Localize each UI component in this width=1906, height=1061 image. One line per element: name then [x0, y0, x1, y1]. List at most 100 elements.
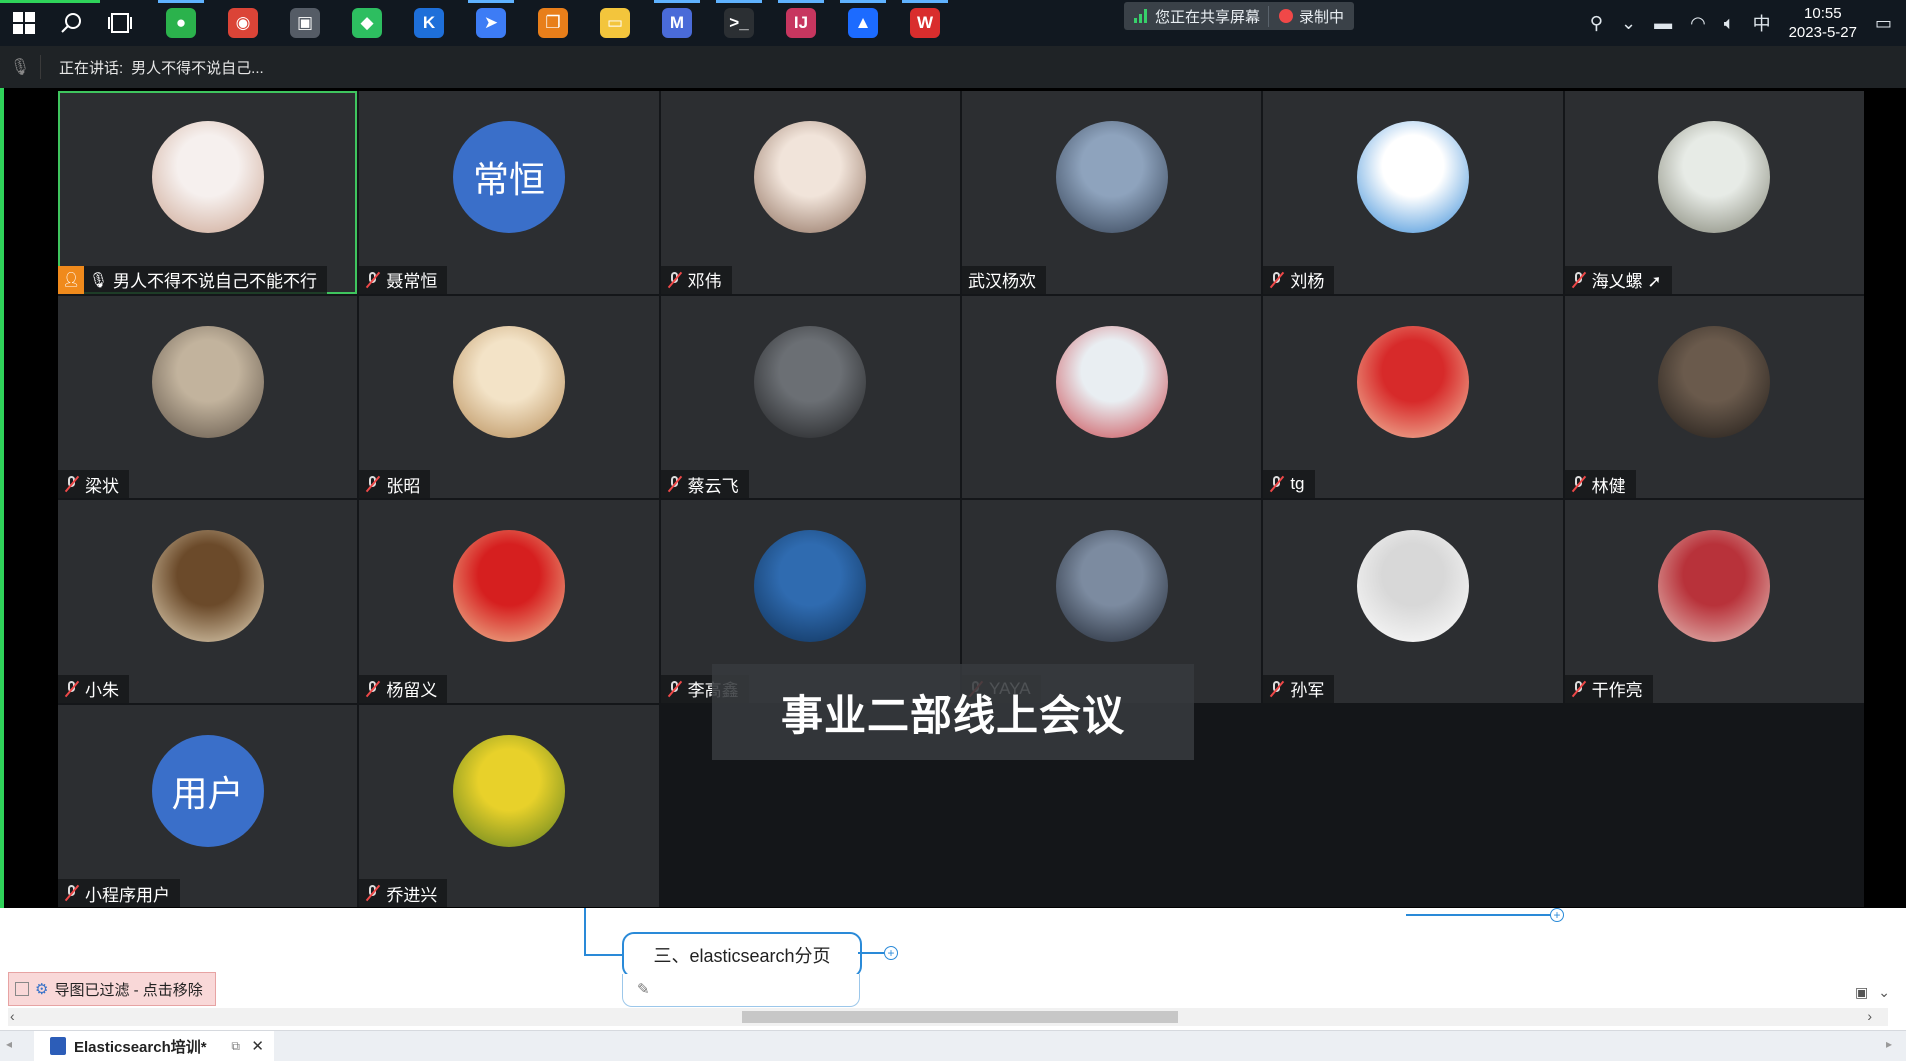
ime-indicator[interactable]: 中 — [1753, 10, 1771, 36]
mic-muted-icon — [64, 680, 80, 698]
participant-name: 孙军 — [1290, 681, 1325, 700]
mic-muted-icon — [365, 475, 381, 493]
battery-icon[interactable]: ▬ — [1654, 13, 1672, 34]
participant-tile[interactable]: 用户小程序用户 — [58, 704, 358, 907]
wps-icon[interactable]: W — [894, 0, 956, 46]
tab-scroll-left-icon[interactable]: ◂ — [6, 1037, 12, 1051]
avatar — [754, 121, 867, 233]
start-icon[interactable] — [0, 0, 48, 46]
avatar — [754, 325, 867, 438]
chevron-down-icon[interactable]: ⌄ — [1878, 984, 1890, 1001]
volume-icon[interactable]: 🔈︎ — [1724, 13, 1735, 34]
k-app-icon[interactable]: K — [398, 0, 460, 46]
participant-name: 小程序用户 — [85, 885, 170, 905]
horizontal-scrollbar[interactable]: ‹ › — [8, 1008, 1888, 1026]
intellij-icon[interactable]: IJ — [770, 0, 832, 46]
participant-tile[interactable]: 武汉杨欢 — [962, 91, 1262, 294]
scrollbar-thumb[interactable] — [742, 1011, 1178, 1023]
mic-muted-icon — [1269, 271, 1285, 289]
participant-tile[interactable]: 小朱 — [58, 500, 358, 703]
participant-tile[interactable]: 蔡云飞 — [660, 295, 960, 498]
fit-view-icon[interactable]: ▣ — [1855, 984, 1868, 1001]
avatar — [1658, 530, 1771, 642]
people-icon[interactable]: ⚲ — [1590, 13, 1603, 34]
participant-tile[interactable]: 👤︎ 🎙︎ 男人不得不说自己不能不行 — [58, 91, 358, 294]
avatar: 用户 — [151, 734, 264, 847]
participant-tile[interactable]: 海乂螺 ➚ — [1564, 91, 1864, 294]
image-viewer-icon[interactable]: ▣ — [274, 0, 336, 46]
popout-icon[interactable]: ⧉ — [231, 1039, 240, 1054]
tencent-meeting-icon[interactable]: ▲ — [832, 0, 894, 46]
participant-tile[interactable]: 干作亮 — [1564, 500, 1864, 703]
participant-nametag: 聂常恒 — [359, 265, 448, 294]
participant-tile[interactable]: 林健 — [1564, 295, 1864, 498]
mindmap-node-notes[interactable]: ✎ — [622, 974, 860, 1007]
participant-tile[interactable]: 孙军 — [1263, 500, 1563, 703]
file-explorer-icon[interactable]: ▭ — [584, 0, 646, 46]
mindmap-pane: + 三、elasticsearch分页 ✎ + ⚙ 导图已过滤 - 点击移除 ▣… — [0, 908, 1906, 1061]
note-icon[interactable]: ✎ — [637, 980, 650, 998]
expand-icon[interactable]: + — [1550, 908, 1564, 922]
participant-name: 小朱 — [85, 681, 119, 700]
filter-notice[interactable]: ⚙ 导图已过滤 - 点击移除 — [8, 972, 216, 1006]
notification-icon[interactable]: ▭ — [1875, 13, 1892, 34]
participant-tile[interactable]: 邓伟 — [660, 91, 960, 294]
scroll-left-icon[interactable]: ‹ — [10, 1008, 15, 1024]
share-status-pill[interactable]: 您正在共享屏幕 录制中 — [1124, 2, 1355, 30]
avatar — [1055, 325, 1168, 438]
avatar — [1658, 325, 1771, 438]
evernote-icon[interactable]: ◆ — [336, 0, 398, 46]
recording-indicator[interactable]: 录制中 — [1268, 5, 1344, 27]
wifi-icon[interactable]: ◠ — [1690, 13, 1706, 34]
mic-muted-icon — [1269, 680, 1285, 698]
scroll-right-icon[interactable]: › — [1867, 1008, 1872, 1024]
wechat-icon[interactable]: ● — [150, 0, 212, 46]
speaking-name: 男人不得不说自己... — [131, 59, 264, 77]
chevron-up-icon[interactable]: ⌄ — [1621, 13, 1636, 34]
participant-nametag: 孙军 — [1263, 674, 1335, 703]
task-view-icon[interactable] — [96, 0, 144, 46]
clock[interactable]: 10:55 2023-5-27 — [1789, 4, 1857, 42]
document-tabbar: ◂ Elasticsearch培训* ⧉ ✕ ▸ — [0, 1030, 1906, 1061]
tab-scroll-right-icon[interactable]: ▸ — [1886, 1037, 1892, 1051]
screen-share-border — [0, 88, 4, 908]
participant-name: 海乂螺 ➚ — [1591, 272, 1662, 291]
image-viewer-icon-glyph: ▣ — [290, 8, 320, 38]
host-badge-icon: 👤︎ — [58, 265, 84, 294]
mindmap-node[interactable]: 三、elasticsearch分页 — [622, 932, 862, 978]
chrome-icon[interactable]: ◉ — [212, 0, 274, 46]
search-icon[interactable] — [48, 0, 96, 46]
expand-icon[interactable]: + — [884, 946, 898, 960]
participant-name: 张昭 — [386, 476, 421, 496]
terminal-icon[interactable]: >_ — [708, 0, 770, 46]
xmind-icon[interactable]: M — [646, 0, 708, 46]
close-icon[interactable]: ✕ — [251, 1037, 264, 1055]
participant-nametag: 武汉杨欢 — [962, 265, 1046, 294]
collapse-icon[interactable] — [15, 982, 29, 996]
participant-tile[interactable]: 张昭 — [359, 295, 659, 498]
participant-tile[interactable]: 杨留义 — [359, 500, 659, 703]
wps-icon-glyph: W — [910, 8, 940, 38]
connector-line — [1406, 914, 1556, 916]
participant-tile[interactable] — [962, 295, 1262, 498]
avatar: 常恒 — [452, 121, 565, 233]
file-explorer-icon-glyph: ▭ — [600, 8, 630, 38]
participant-tile[interactable]: tg — [1263, 295, 1563, 498]
participant-name: 杨留义 — [386, 681, 438, 700]
clock-date: 2023-5-27 — [1788, 24, 1857, 41]
participant-nametag: 刘杨 — [1263, 265, 1335, 294]
participant-nametag: 梁状 — [58, 470, 129, 498]
participant-tile[interactable]: 常恒聂常恒 — [359, 91, 659, 294]
feishu-icon[interactable]: ➤ — [460, 0, 522, 46]
tab-elasticsearch[interactable]: Elasticsearch培训* ⧉ ✕ — [34, 1031, 274, 1061]
participant-tile[interactable]: 梁状 — [58, 295, 358, 498]
mic-muted-icon — [1571, 680, 1587, 698]
participant-tile[interactable]: 刘杨 — [1263, 91, 1563, 294]
tencent-meeting-icon-glyph: ▲ — [848, 8, 878, 38]
participant-tile[interactable]: 乔进兴 — [359, 704, 659, 907]
participant-nametag: 邓伟 — [660, 265, 732, 294]
avatar — [1356, 530, 1469, 642]
multi-window-icon[interactable]: ❐ — [522, 0, 584, 46]
participant-nametag: 👤︎ 🎙︎ 男人不得不说自己不能不行 — [58, 265, 328, 294]
mic-muted-icon — [667, 271, 683, 289]
